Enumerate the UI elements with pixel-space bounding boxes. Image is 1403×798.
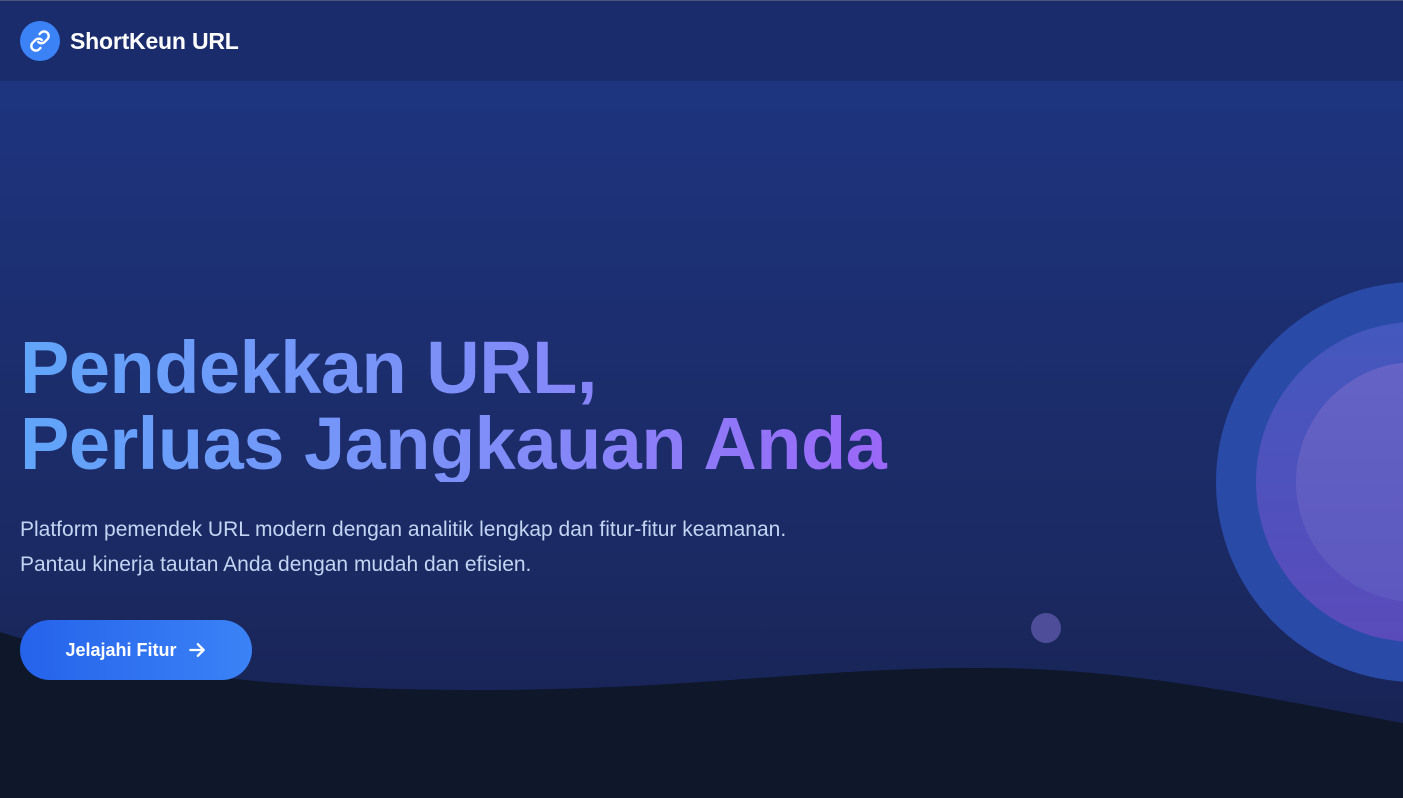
arrow-right-icon: [187, 640, 207, 660]
hero-title-line-1: Pendekkan URL,: [20, 326, 597, 409]
explore-features-button[interactable]: Jelajahi Fitur: [20, 620, 252, 680]
hero-description-line-2: Pantau kinerja tautan Anda dengan mudah …: [20, 553, 532, 576]
hero-title-line-2: Perluas Jangkauan Anda: [20, 402, 887, 485]
hero-description: Platform pemendek URL modern dengan anal…: [20, 512, 1020, 582]
navbar: ShortKeun URL: [0, 1, 1403, 81]
landing-page: ShortKeun URL Pendekkan URL, Perluas Jan…: [0, 0, 1403, 798]
link-icon[interactable]: [20, 21, 60, 61]
hero-description-line-1: Platform pemendek URL modern dengan anal…: [20, 518, 787, 541]
hero-title: Pendekkan URL, Perluas Jangkauan Anda: [20, 330, 1120, 482]
brand-name[interactable]: ShortKeun URL: [70, 28, 239, 55]
explore-features-label: Jelajahi Fitur: [65, 639, 177, 660]
